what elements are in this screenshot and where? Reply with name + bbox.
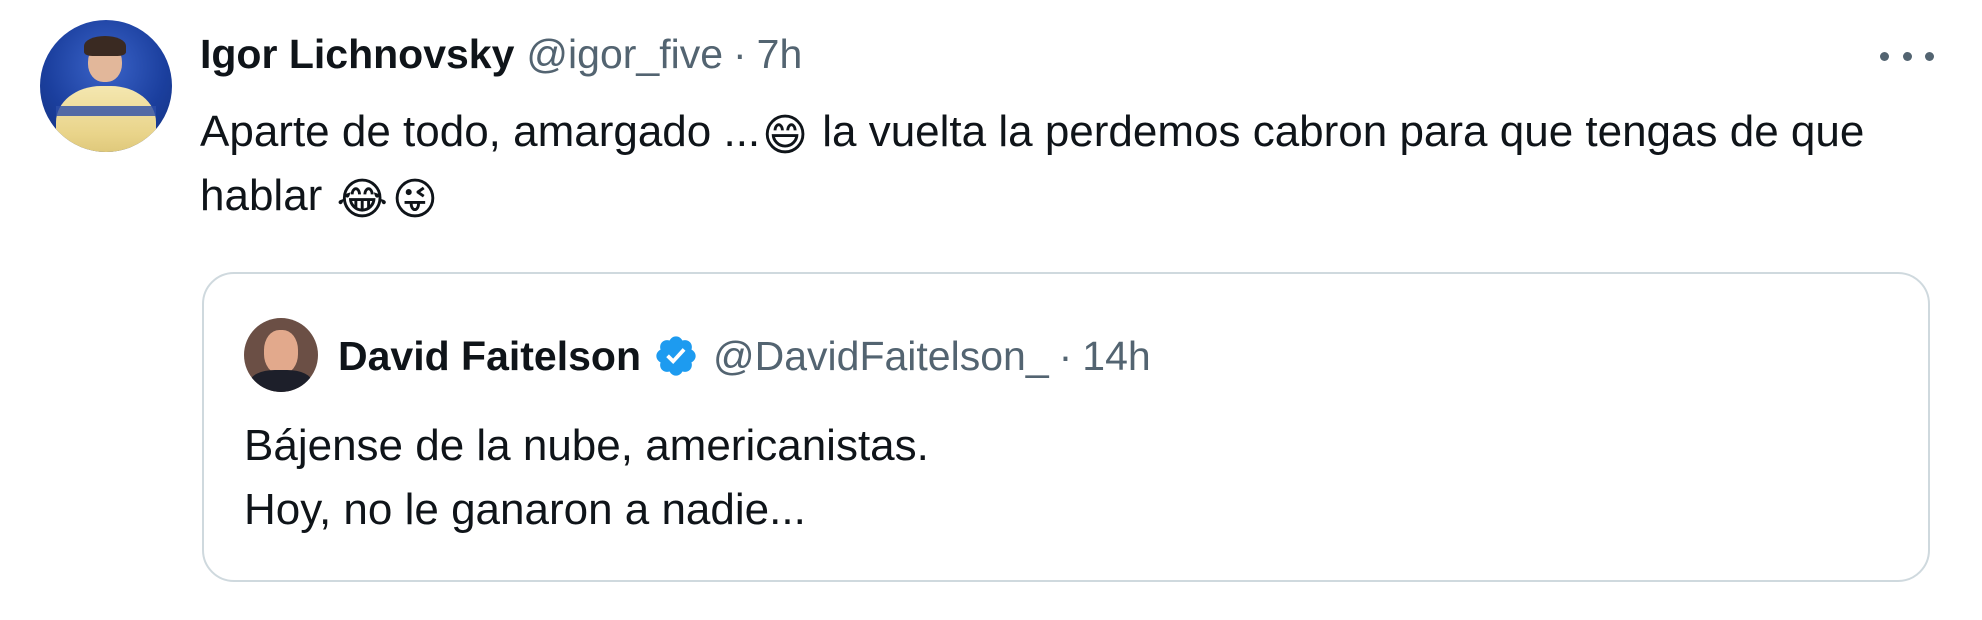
winking-tongue-emoji-icon: 😜 xyxy=(391,175,438,224)
author-avatar[interactable] xyxy=(40,20,172,152)
quoted-tweet[interactable]: David Faitelson @DavidFaitelson_ · 14h B… xyxy=(202,272,1930,582)
verified-badge-icon xyxy=(656,336,696,376)
quoted-header-separator: · xyxy=(1058,332,1073,379)
quoted-avatar-face-shape xyxy=(264,330,298,374)
grinning-face-emoji-icon: 😄 xyxy=(762,111,809,160)
author-name[interactable]: Igor Lichnovsky xyxy=(200,31,514,78)
more-dot xyxy=(1902,51,1912,61)
tweet-text-part1: Aparte de todo, amargado ... xyxy=(200,107,761,156)
quoted-author-handle[interactable]: @DavidFaitelson_ xyxy=(713,333,1049,380)
avatar-hair-shape xyxy=(84,36,126,56)
tweet-text: Aparte de todo, amargado ...😄 la vuelta … xyxy=(200,100,1880,228)
quoted-avatar-suit-shape xyxy=(250,370,312,392)
quoted-tweet-text: Bájense de la nube, americanistas. Hoy, … xyxy=(244,414,1884,542)
more-dot xyxy=(1925,51,1934,61)
avatar-stripe-shape xyxy=(56,106,156,116)
tweet-card[interactable]: Igor Lichnovsky @igor_five · 7h Aparte d… xyxy=(0,0,1982,620)
author-handle[interactable]: @igor_five xyxy=(526,31,723,78)
more-dot xyxy=(1880,51,1889,61)
tears-of-joy-emoji-icon: 😂 xyxy=(336,175,388,224)
quoted-author-avatar[interactable] xyxy=(244,318,318,392)
quoted-text-line: Hoy, no le ganaron a nadie... xyxy=(244,485,806,534)
quoted-author-name[interactable]: David Faitelson xyxy=(338,333,641,380)
tweet-header: Igor Lichnovsky @igor_five · 7h xyxy=(200,24,802,84)
avatar-body-shape xyxy=(56,86,156,152)
quoted-tweet-timestamp[interactable]: 14h xyxy=(1082,333,1150,380)
quoted-text-line: Bájense de la nube, americanistas. xyxy=(244,421,929,470)
tweet-timestamp[interactable]: 7h xyxy=(757,31,803,78)
more-options-icon[interactable] xyxy=(1880,38,1934,74)
quoted-tweet-header: David Faitelson @DavidFaitelson_ · 14h xyxy=(338,324,1151,388)
header-separator: · xyxy=(733,30,747,77)
